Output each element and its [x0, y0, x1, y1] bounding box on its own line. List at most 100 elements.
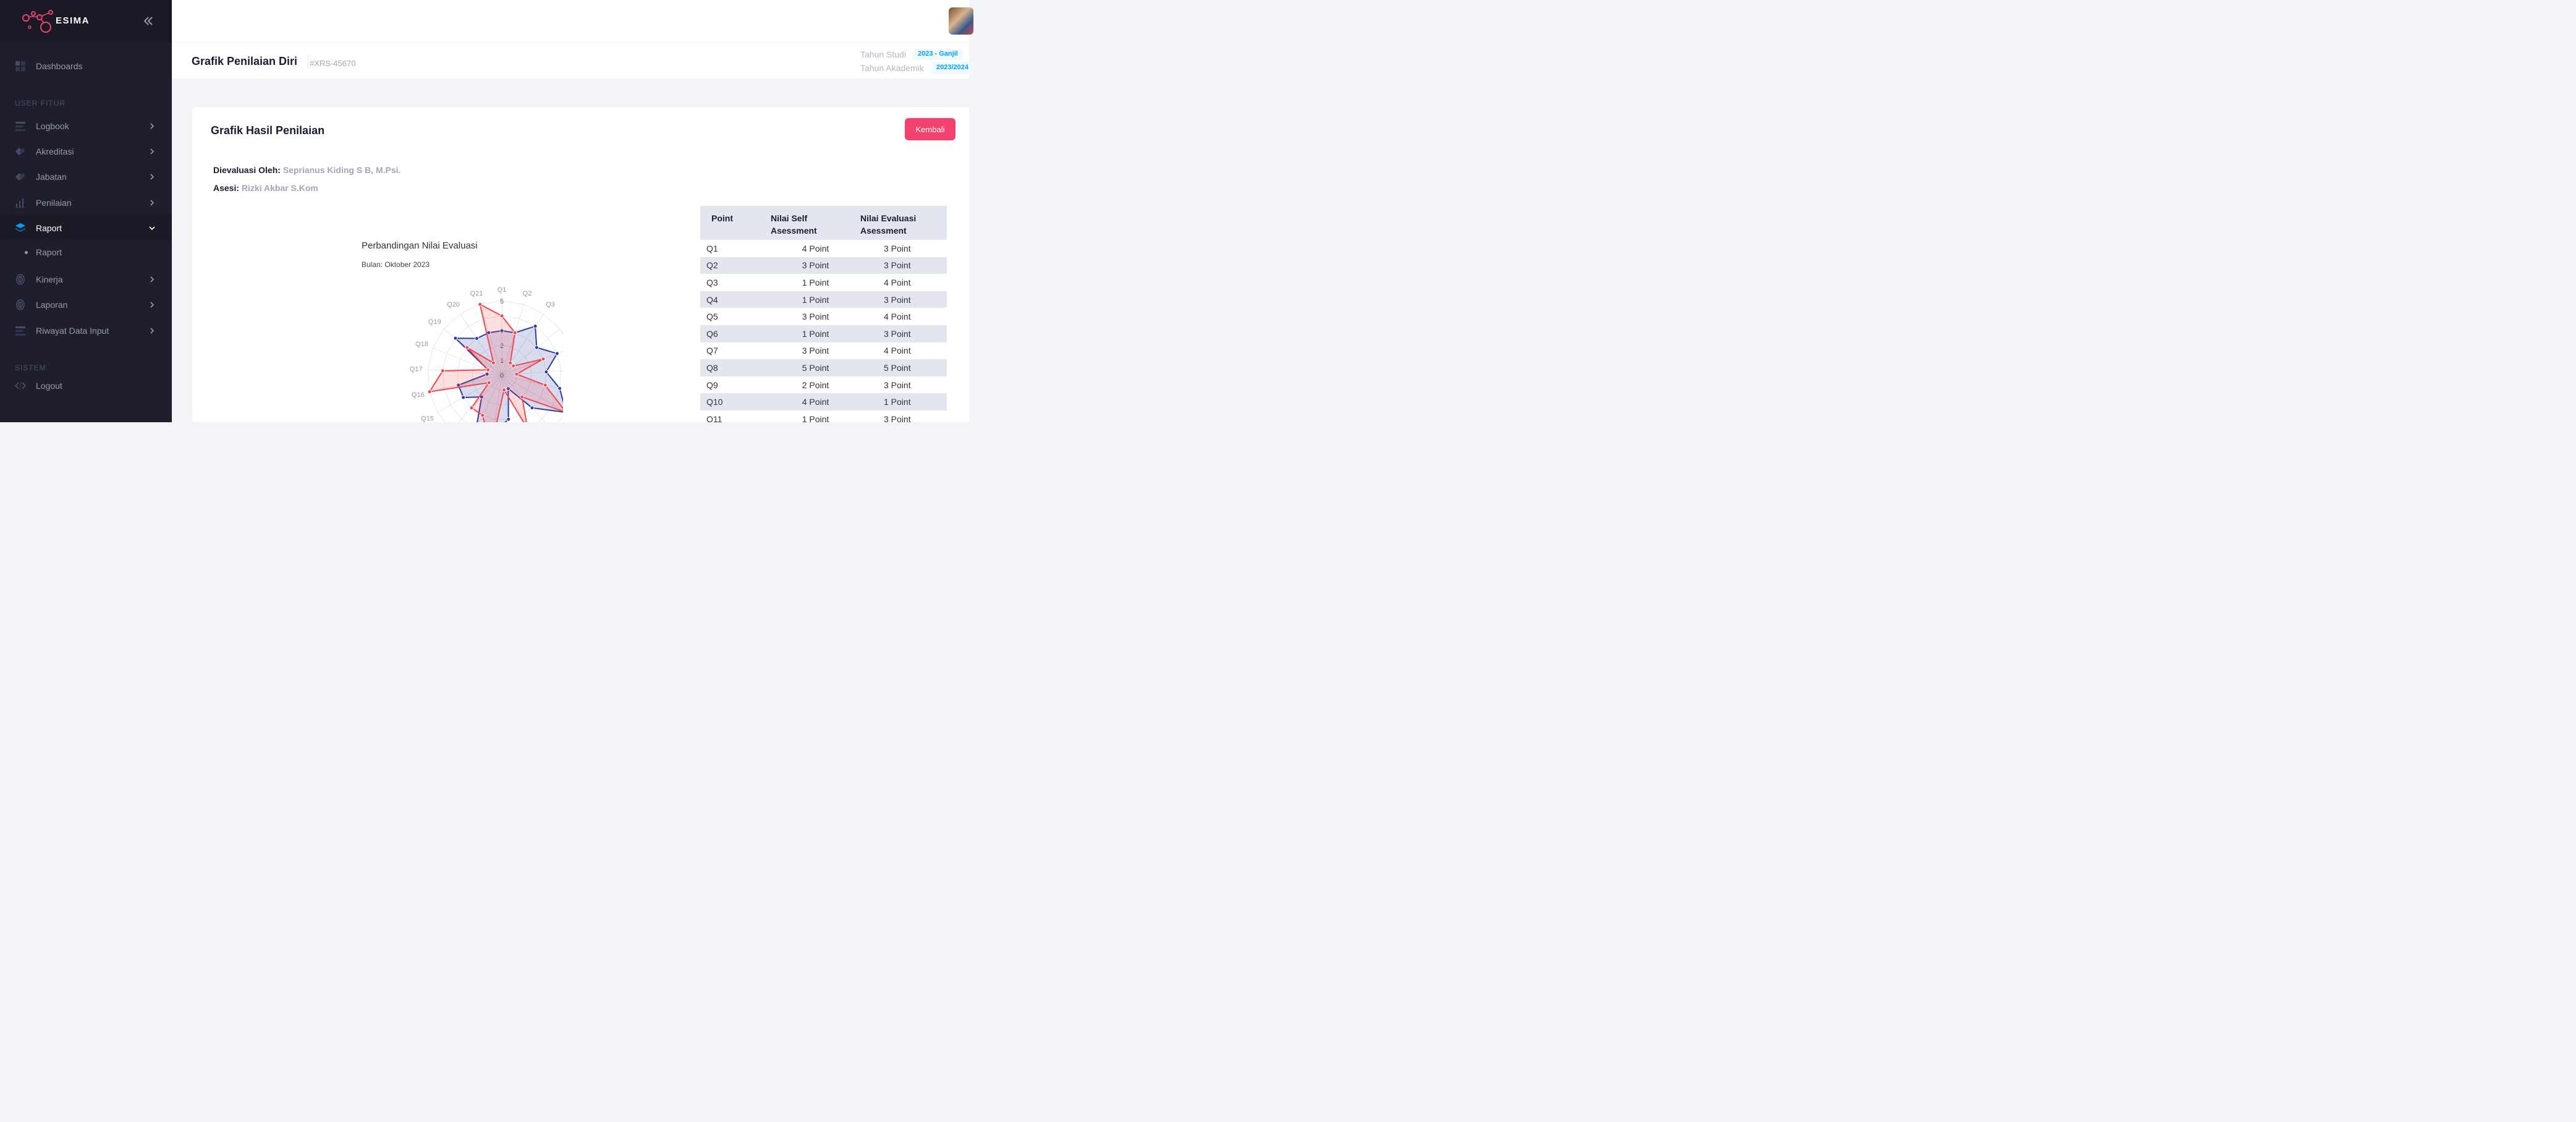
radar-point — [512, 330, 517, 335]
brand-name: ESIMA — [56, 15, 90, 26]
cell-point: Q1 — [706, 243, 718, 253]
chevron-right-icon — [150, 174, 155, 180]
tahun-akademik-label: Tahun Akademik — [860, 63, 924, 73]
points-table-body: Q1 4 Point 3 Point Q2 3 Point 3 Point Q3 1 Poin… — [700, 240, 947, 422]
asesi-info: Asesi: Rizki Akbar S.Kom — [213, 183, 318, 193]
chart-subtitle: Bulan: Oktober 2023 — [362, 260, 430, 269]
radar-point — [533, 324, 538, 329]
evaluator-label: Dievaluasi Oleh: — [213, 165, 281, 175]
radar-point — [543, 383, 548, 388]
column-header-point: Point — [700, 206, 771, 240]
sidebar-item-label: Riwayat Data Input — [36, 326, 109, 336]
cell-evaluasi: 4 Point — [884, 312, 911, 322]
sidebar-item-kinerja[interactable]: Kinerja — [0, 267, 172, 292]
radar-point — [465, 345, 470, 350]
sidebar-item-label: Logbook — [36, 121, 69, 131]
cell-evaluasi: 4 Point — [884, 346, 911, 356]
asesi-value: Rizki Akbar S.Kom — [241, 183, 318, 193]
cell-self: 3 Point — [802, 346, 829, 356]
radar-point — [530, 406, 535, 410]
tahun-akademik-badge: 2023/2024 — [931, 62, 973, 74]
sidebar-item-penilaian[interactable]: Penilaian — [0, 190, 172, 215]
radar-point — [502, 388, 507, 393]
radar-point — [508, 360, 513, 365]
sidebar-item-logout[interactable]: Logout — [0, 373, 172, 398]
sidebar-item-label: Jabatan — [36, 172, 67, 182]
collapse-sidebar-icon[interactable] — [142, 15, 155, 27]
radar-point — [478, 302, 483, 307]
tahun-studi-badge: 2023 - Ganjil — [913, 48, 963, 61]
radar-point — [427, 389, 432, 394]
chevron-down-icon — [149, 226, 155, 231]
radar-point — [511, 363, 516, 368]
bar-chart-icon — [15, 198, 25, 208]
sidebar-item-riwayat-data-input[interactable]: Riwayat Data Input — [0, 318, 172, 343]
radar-point — [554, 351, 559, 356]
cell-evaluasi: 3 Point — [860, 325, 947, 342]
radar-category-label: Q2 — [523, 290, 532, 297]
cell-self: 4 Point — [771, 393, 860, 410]
radar-point — [557, 386, 562, 391]
cell-self: 1 Point — [802, 277, 829, 287]
code-icon — [15, 381, 26, 390]
cell-self: 3 Point — [771, 257, 860, 274]
cell-point: Q6 — [700, 325, 771, 342]
radar-category-label: Q21 — [470, 290, 483, 297]
radar-tick-label: 5 — [500, 298, 504, 305]
chevron-right-icon — [150, 123, 155, 129]
radar-category-label: Q20 — [447, 301, 460, 308]
radar-point — [491, 360, 496, 365]
cell-evaluasi: 4 Point — [884, 277, 911, 287]
chevron-right-icon — [150, 328, 155, 334]
sidebar-subitem-raport[interactable]: Raport — [0, 241, 172, 263]
sidebar-item-jabatan[interactable]: Jabatan — [0, 164, 172, 189]
points-table: Point Nilai Self Asessment Nilai Evaluas… — [700, 206, 947, 422]
radar-point — [544, 370, 549, 375]
cell-evaluasi: 5 Point — [860, 359, 947, 376]
chevron-right-icon — [150, 302, 155, 308]
radar-chart: Q1Q2Q3Q4Q5Q6Q7Q8Q9Q10Q11Q12Q13Q14Q15Q16Q… — [410, 286, 563, 422]
chevron-right-icon — [150, 148, 155, 155]
top-header — [172, 0, 969, 43]
radar-point — [541, 357, 546, 362]
page-toolbar: Grafik Penilaian Diri #XRS-45670 Tahun S… — [172, 43, 973, 79]
sidebar-item-raport[interactable]: Raport — [0, 215, 172, 241]
cell-point: Q3 — [706, 277, 718, 287]
page-title: Grafik Penilaian Diri — [192, 55, 298, 67]
asesi-label: Asesi: — [213, 183, 240, 193]
sidebar-item-label: Akreditasi — [36, 147, 74, 156]
table-row: Q9 2 Point 3 Point — [700, 376, 947, 394]
sidebar-item-laporan[interactable]: Laporan — [0, 292, 172, 317]
radar-point — [534, 345, 539, 350]
tag-icon — [15, 148, 25, 155]
card-title: Grafik Hasil Penilaian — [211, 124, 325, 137]
sidebar-item-dashboards[interactable]: Dashboards — [0, 54, 172, 79]
evaluator-value: Seprianus Kiding S B, M.Psi. — [282, 165, 401, 175]
fingerprint-icon — [16, 299, 25, 310]
section-user-fitur: USER FITUR — [15, 99, 66, 108]
list-icon — [15, 122, 25, 131]
radar-category-label: Q3 — [546, 301, 555, 308]
sidebar-item-label: Dashboards — [36, 61, 83, 71]
cell-point: Q7 — [706, 346, 718, 356]
list-icon — [15, 326, 25, 336]
radar-point — [440, 368, 445, 373]
chevron-right-icon — [150, 276, 155, 283]
cell-evaluasi: 1 Point — [860, 393, 947, 410]
bullet-icon — [25, 251, 28, 254]
radar-category-label: Q1 — [498, 286, 507, 294]
back-button[interactable]: Kembali — [905, 118, 955, 140]
radar-point — [480, 413, 485, 418]
table-row: Q8 5 Point 5 Point — [700, 359, 947, 376]
user-avatar[interactable] — [949, 7, 973, 35]
radar-point — [514, 372, 519, 376]
table-row: Q6 1 Point 3 Point — [700, 325, 947, 342]
cell-point: Q4 — [700, 291, 771, 308]
table-header-row: Point Nilai Self Asessment Nilai Evaluas… — [700, 206, 947, 240]
cell-point: Q10 — [700, 393, 771, 410]
cell-self: 1 Point — [771, 291, 860, 308]
sidebar-item-logbook[interactable]: Logbook — [0, 114, 172, 138]
sidebar-item-akreditasi[interactable]: Akreditasi — [0, 139, 172, 164]
page-code: #XRS-45670 — [310, 59, 356, 68]
cell-point: Q11 — [706, 414, 722, 422]
